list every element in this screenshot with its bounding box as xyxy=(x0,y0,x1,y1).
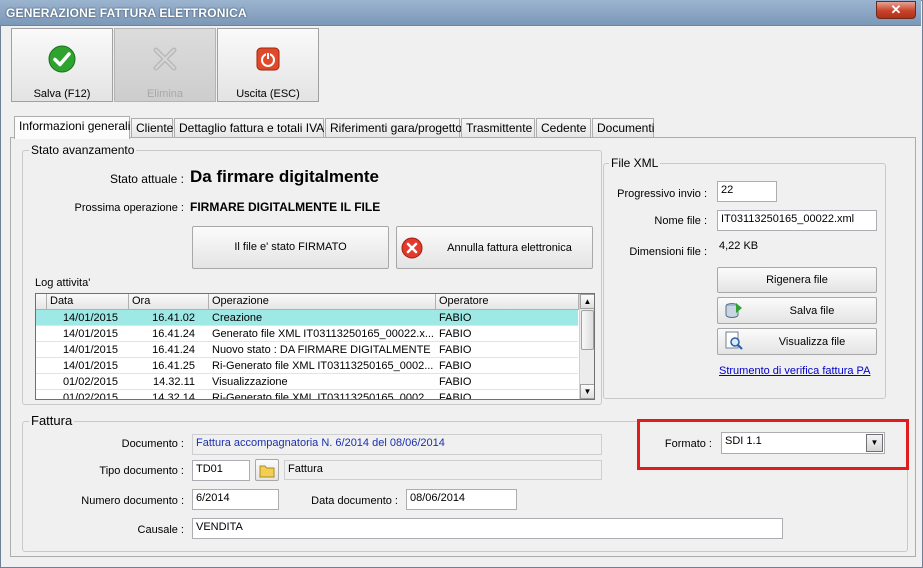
nome-file-label: Nome file : xyxy=(654,215,707,227)
log-cell-data: 01/02/2015 xyxy=(62,376,118,388)
formato-highlight-box xyxy=(637,419,909,470)
tab-informazioni-generali[interactable]: Informazioni generali xyxy=(14,116,130,139)
log-cell-data: 01/02/2015 xyxy=(62,392,118,400)
tab-dettaglio-fattura[interactable]: Dettaglio fattura e totali IVA xyxy=(174,118,324,138)
visualizza-file-label: Visualizza file xyxy=(778,336,846,348)
log-grid[interactable]: Data Ora Operazione Operatore 14/01/2015… xyxy=(35,293,595,400)
browse-tipo-documento-button[interactable] xyxy=(255,459,279,481)
tipo-documento-desc-field: Fattura xyxy=(284,460,602,480)
window-title: GENERAZIONE FATTURA ELETTRONICA xyxy=(6,6,247,20)
fattura-label: Fattura xyxy=(29,413,75,428)
log-cell-data: 14/01/2015 xyxy=(62,312,118,324)
log-cell-operazione: Nuovo stato : DA FIRMARE DIGITALMENTE xyxy=(212,344,431,356)
scroll-thumb[interactable] xyxy=(581,310,594,350)
file-xml-label: File XML xyxy=(609,156,661,170)
delete-button-label: Elimina xyxy=(146,88,184,100)
exit-button-label: Uscita (ESC) xyxy=(236,88,300,100)
scroll-down-icon[interactable]: ▼ xyxy=(580,384,594,399)
log-cell-operatore: FABIO xyxy=(439,328,472,340)
data-documento-field[interactable]: 08/06/2014 xyxy=(406,489,517,510)
documento-field[interactable]: Fattura accompagnatoria N. 6/2014 del 08… xyxy=(192,434,602,455)
log-cell-operazione: Visualizzazione xyxy=(212,376,288,388)
dimensioni-file-label: Dimensioni file : xyxy=(629,246,707,258)
log-row[interactable]: 14/01/2015 16.41.25 Ri-Generato file XML… xyxy=(36,358,578,374)
column-header-operatore[interactable]: Operatore xyxy=(436,294,579,310)
stato-attuale-value: Da firmare digitalmente xyxy=(190,167,379,186)
log-attivita-label: Log attivita' xyxy=(35,277,91,289)
log-cell-ora: 16.41.24 xyxy=(152,328,195,340)
log-cell-ora: 14.32.14 xyxy=(152,392,195,400)
database-save-icon xyxy=(725,303,742,318)
log-cell-operazione: Generato file XML IT03113250165_00022.x.… xyxy=(212,328,434,340)
progressivo-invio-label: Progressivo invio : xyxy=(617,188,707,200)
log-cell-operatore: FABIO xyxy=(439,312,472,324)
log-row[interactable]: 01/02/2015 14.32.14 Ri-Generato file XML… xyxy=(36,390,578,400)
grid-corner xyxy=(36,294,47,310)
rigenera-file-button[interactable]: Rigenera file xyxy=(717,267,877,293)
annulla-fattura-button[interactable]: Annulla fattura elettronica xyxy=(396,226,593,269)
save-button-label: Salva (F12) xyxy=(33,88,91,100)
stato-attuale-label: Stato attuale : xyxy=(109,172,184,186)
column-header-ora[interactable]: Ora xyxy=(129,294,209,310)
exit-button[interactable]: Uscita (ESC) xyxy=(217,28,319,102)
prossima-operazione-label: Prossima operazione : xyxy=(74,202,184,214)
salva-file-label: Salva file xyxy=(789,305,835,317)
log-row[interactable]: 14/01/2015 16.41.02 Creazione FABIO xyxy=(36,310,578,326)
annulla-fattura-label: Annulla fattura elettronica xyxy=(447,242,572,254)
close-window-button[interactable]: ✕ xyxy=(876,1,916,19)
data-documento-label: Data documento : xyxy=(311,495,398,507)
file-firmato-button[interactable]: Il file e' stato FIRMATO xyxy=(192,226,389,269)
save-button[interactable]: Salva (F12) xyxy=(11,28,113,102)
delete-tools-icon xyxy=(153,47,177,71)
log-cell-ora: 14.32.11 xyxy=(152,376,195,388)
document-search-icon xyxy=(725,331,743,350)
power-icon xyxy=(256,47,280,71)
prossima-operazione-value: FIRMARE DIGITALMENTE IL FILE xyxy=(190,200,381,214)
log-cell-operazione: Ri-Generato file XML IT03113250165_0002.… xyxy=(212,392,434,400)
tab-riferimenti-gara[interactable]: Riferimenti gara/progetto xyxy=(325,118,462,138)
progressivo-invio-field[interactable]: 22 xyxy=(717,181,777,202)
tab-cedente[interactable]: Cedente xyxy=(536,118,591,138)
verifica-fattura-link[interactable]: Strumento di verifica fattura PA xyxy=(719,365,870,377)
causale-field[interactable]: VENDITA xyxy=(192,518,783,539)
checkmark-icon xyxy=(48,45,76,73)
tipo-documento-label: Tipo documento : xyxy=(99,465,184,477)
dimensioni-file-value: 4,22 KB xyxy=(719,240,759,252)
log-row[interactable]: 14/01/2015 16.41.24 Generato file XML IT… xyxy=(36,326,578,342)
stato-avanzamento-label: Stato avanzamento xyxy=(29,143,137,157)
column-header-data[interactable]: Data xyxy=(47,294,129,310)
log-scrollbar[interactable]: ▲ ▼ xyxy=(579,294,594,399)
salva-file-button[interactable]: Salva file xyxy=(717,297,877,324)
log-row[interactable]: 14/01/2015 16.41.24 Nuovo stato : DA FIR… xyxy=(36,342,578,358)
log-cell-ora: 16.41.02 xyxy=(152,312,195,324)
delete-button[interactable]: Elimina xyxy=(114,28,216,102)
numero-documento-field[interactable]: 6/2014 xyxy=(192,489,279,510)
log-cell-operatore: FABIO xyxy=(439,376,472,388)
log-cell-operazione: Ri-Generato file XML IT03113250165_0002.… xyxy=(212,360,434,372)
scroll-up-icon[interactable]: ▲ xyxy=(580,294,594,309)
tab-cliente[interactable]: Cliente xyxy=(131,118,173,138)
log-cell-ora: 16.41.25 xyxy=(152,360,195,372)
visualizza-file-button[interactable]: Visualizza file xyxy=(717,328,877,355)
numero-documento-label: Numero documento : xyxy=(81,495,184,507)
log-cell-data: 14/01/2015 xyxy=(62,328,118,340)
log-cell-operatore: FABIO xyxy=(439,360,472,372)
title-bar[interactable]: GENERAZIONE FATTURA ELETTRONICA ✕ xyxy=(0,0,921,26)
log-cell-data: 14/01/2015 xyxy=(62,344,118,356)
tab-documenti[interactable]: Documenti xyxy=(592,118,654,138)
column-header-operazione[interactable]: Operazione xyxy=(209,294,436,310)
tab-trasmittente[interactable]: Trasmittente xyxy=(461,118,535,138)
log-row[interactable]: 01/02/2015 14.32.11 Visualizzazione FABI… xyxy=(36,374,578,390)
log-cell-operatore: FABIO xyxy=(439,392,472,400)
documento-label: Documento : xyxy=(121,438,184,450)
log-cell-operatore: FABIO xyxy=(439,344,472,356)
causale-label: Causale : xyxy=(137,524,184,536)
cancel-icon xyxy=(401,237,423,259)
log-cell-ora: 16.41.24 xyxy=(152,344,195,356)
tipo-documento-code-field[interactable]: TD01 xyxy=(192,460,250,481)
folder-icon xyxy=(259,465,275,478)
log-cell-data: 14/01/2015 xyxy=(62,360,118,372)
nome-file-field[interactable]: IT03113250165_00022.xml xyxy=(717,210,877,231)
log-cell-operazione: Creazione xyxy=(212,312,263,324)
